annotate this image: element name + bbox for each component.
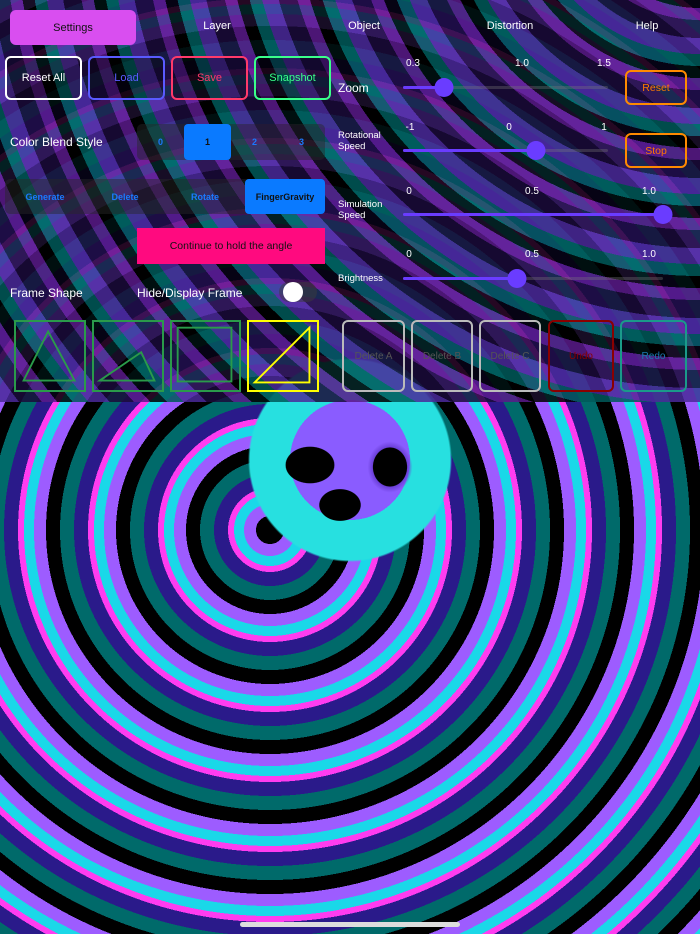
mode-delete[interactable]: Delete bbox=[85, 179, 165, 214]
obtuse-triangle-icon bbox=[96, 350, 156, 382]
color-blend-label: Color Blend Style bbox=[10, 135, 103, 149]
triangle-icon bbox=[22, 329, 77, 382]
blend-option-1[interactable]: 1 bbox=[184, 124, 231, 160]
mode-rotate[interactable]: Rotate bbox=[165, 179, 245, 214]
mode-finger-gravity[interactable]: FingerGravity bbox=[245, 179, 325, 214]
rotation-tick: -1 bbox=[405, 122, 415, 133]
load-button[interactable]: Load bbox=[88, 56, 165, 100]
zoom-tick: 1.0 bbox=[515, 58, 529, 69]
tab-distortion[interactable]: Distortion bbox=[487, 20, 533, 32]
frame-shape-label: Frame Shape bbox=[10, 286, 83, 300]
simulation-speed-thumb[interactable] bbox=[653, 205, 673, 224]
toggle-knob bbox=[283, 282, 303, 302]
frame-triangle[interactable] bbox=[14, 320, 86, 392]
zoom-label: Zoom bbox=[338, 81, 369, 95]
home-indicator[interactable] bbox=[240, 922, 460, 927]
frame-right-triangle[interactable] bbox=[247, 320, 319, 392]
right-triangle-icon bbox=[252, 325, 311, 384]
simulation-tick: 1.0 bbox=[642, 186, 656, 197]
brightness-thumb[interactable] bbox=[507, 269, 527, 288]
color-blend-control[interactable]: 0 1 2 3 bbox=[137, 124, 325, 160]
delete-b-button[interactable]: Delete B bbox=[411, 320, 473, 392]
snapshot-button[interactable]: Snapshot bbox=[254, 56, 331, 100]
tab-help[interactable]: Help bbox=[636, 20, 659, 32]
redo-button[interactable]: Redo bbox=[620, 320, 687, 392]
tab-layer[interactable]: Layer bbox=[203, 20, 231, 32]
simulation-tick: 0.5 bbox=[525, 186, 539, 197]
delete-a-button[interactable]: Delete A bbox=[342, 320, 405, 392]
stop-button[interactable]: Stop bbox=[625, 133, 687, 168]
reset-all-button[interactable]: Reset All bbox=[5, 56, 82, 100]
hold-angle-button[interactable]: Continue to hold the angle bbox=[137, 228, 325, 264]
brightness-tick: 1.0 bbox=[642, 249, 656, 260]
frame-square[interactable] bbox=[170, 320, 241, 392]
square-icon bbox=[176, 326, 233, 383]
brightness-slider[interactable] bbox=[403, 269, 663, 288]
brightness-tick: 0.5 bbox=[525, 249, 539, 260]
zoom-slider-thumb[interactable] bbox=[434, 78, 454, 97]
save-button[interactable]: Save bbox=[171, 56, 248, 100]
tab-settings[interactable]: Settings bbox=[10, 10, 136, 45]
zoom-slider[interactable] bbox=[403, 78, 608, 97]
rotation-tick: 0 bbox=[506, 122, 512, 133]
rotational-speed-label: Rotational Speed bbox=[338, 130, 381, 152]
brightness-tick: 0 bbox=[406, 249, 412, 260]
mode-control[interactable]: Generate Delete Rotate FingerGravity bbox=[5, 179, 325, 214]
rotational-speed-slider[interactable] bbox=[403, 141, 608, 160]
mode-generate[interactable]: Generate bbox=[5, 179, 85, 214]
rotation-tick: 1 bbox=[601, 122, 607, 133]
frame-obtuse-triangle[interactable] bbox=[92, 320, 164, 392]
rotational-speed-thumb[interactable] bbox=[526, 141, 546, 160]
simulation-speed-label: Simulation Speed bbox=[338, 199, 383, 221]
hide-display-frame-label: Hide/Display Frame bbox=[137, 286, 243, 300]
simulation-speed-slider[interactable] bbox=[403, 205, 673, 224]
blend-option-0[interactable]: 0 bbox=[137, 124, 184, 160]
zoom-tick: 0.3 bbox=[406, 58, 420, 69]
frame-toggle[interactable] bbox=[279, 282, 317, 302]
delete-c-button[interactable]: Delete C bbox=[479, 320, 541, 392]
tab-object[interactable]: Object bbox=[348, 20, 380, 32]
brightness-label: Brightness bbox=[338, 273, 383, 284]
zoom-reset-button[interactable]: Reset bbox=[625, 70, 687, 105]
simulation-tick: 0 bbox=[406, 186, 412, 197]
blend-option-2[interactable]: 2 bbox=[231, 124, 278, 160]
blend-option-3[interactable]: 3 bbox=[278, 124, 325, 160]
zoom-tick: 1.5 bbox=[597, 58, 611, 69]
undo-button[interactable]: Undo bbox=[548, 320, 614, 392]
